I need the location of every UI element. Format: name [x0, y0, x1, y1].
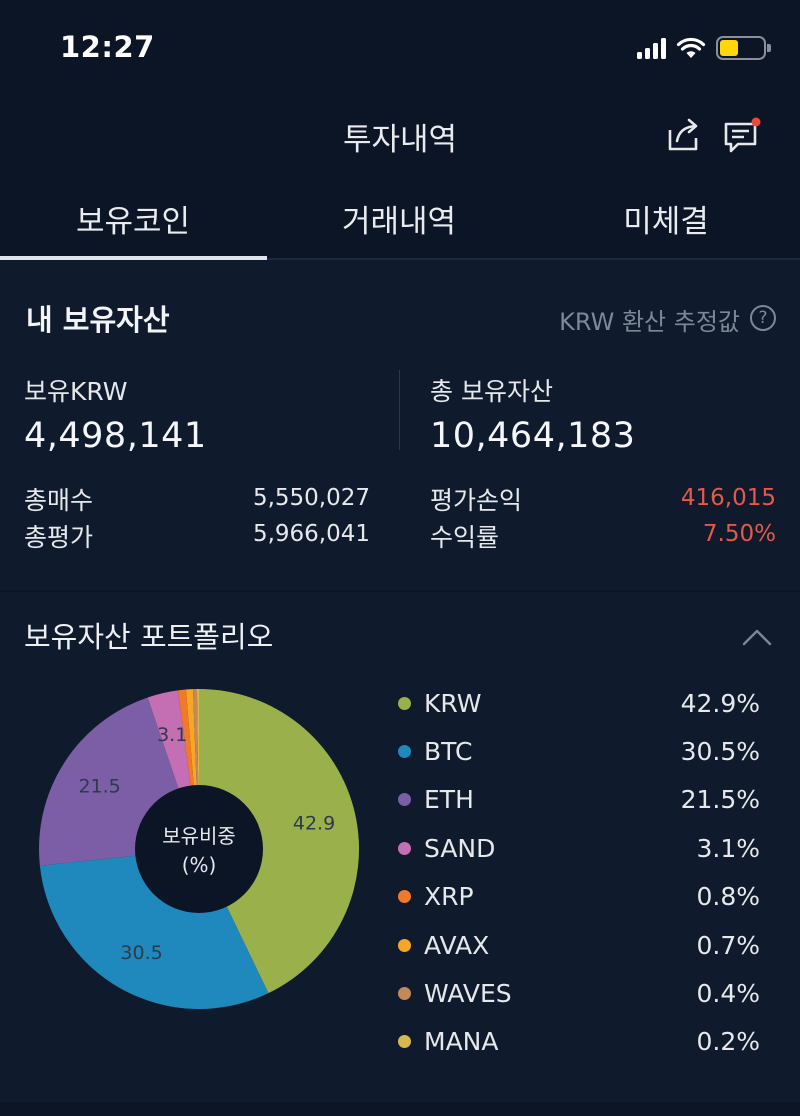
legend-pct: 42.9%: [680, 688, 760, 718]
legend-item-waves: WAVES 0.4%: [398, 973, 760, 1013]
chevron-up-icon[interactable]: [742, 628, 772, 646]
legend-item-sand: SAND 3.1%: [398, 828, 760, 868]
legend-dot: [398, 744, 411, 758]
divider: [399, 370, 400, 450]
krw-label: 보유KRW: [24, 377, 128, 406]
help-icon[interactable]: ?: [750, 305, 776, 331]
pnl-label: 평가손익: [430, 486, 523, 515]
legend-item-mana: MANA 0.2%: [398, 1022, 760, 1062]
legend-item-avax: AVAX 0.7%: [398, 925, 760, 965]
legend-name: MANA: [424, 1027, 499, 1057]
tab-open-orders[interactable]: 미체결: [533, 196, 799, 241]
legend-dot: [398, 890, 411, 904]
battery-icon: [716, 36, 771, 60]
legend-dot: [398, 793, 411, 807]
total-eval-label: 총평가: [24, 523, 94, 552]
donut-center-unit: (%): [182, 853, 217, 877]
wifi-icon: [676, 37, 706, 58]
assets-title: 내 보유자산: [26, 303, 170, 337]
donut-hole: [135, 785, 263, 913]
donut-center-label: 보유비중: [162, 824, 236, 848]
legend-name: WAVES: [424, 978, 512, 1008]
legend-pct: 3.1%: [696, 833, 760, 863]
slice-label-sand: 3.1: [157, 724, 187, 746]
legend-name: SAND: [424, 833, 496, 863]
signal-icon: [637, 37, 666, 59]
status-time: 12:27: [60, 30, 155, 64]
slice-label-btc: 30.5: [120, 942, 162, 964]
legend-pct: 0.7%: [696, 930, 760, 960]
slice-label-krw: 42.9: [293, 813, 335, 835]
legend-dot: [398, 938, 411, 952]
legend-pct: 21.5%: [680, 785, 760, 815]
legend-name: BTC: [424, 736, 473, 766]
portfolio-donut-chart: 42.9 30.5 21.5 3.1 보유비중 (%): [39, 689, 359, 1009]
legend-item-eth: ETH 21.5%: [398, 780, 760, 820]
legend-dot: [398, 696, 411, 710]
legend-pct: 0.4%: [696, 978, 760, 1008]
legend-name: AVAX: [424, 930, 490, 960]
roi-value: 7.50%: [702, 521, 776, 547]
legend-item-xrp: XRP 0.8%: [398, 877, 760, 917]
total-assets-label: 총 보유자산: [430, 377, 553, 406]
portfolio-title: 보유자산 포트폴리오: [24, 620, 274, 654]
legend-item-krw: KRW 42.9%: [398, 683, 760, 723]
tab-holdings[interactable]: 보유코인: [0, 196, 266, 241]
krw-estimate-note: KRW 환산 추정값: [559, 308, 740, 336]
status-icons: [637, 34, 771, 62]
roi-label: 수익률: [430, 523, 500, 552]
krw-value: 4,498,141: [24, 416, 207, 456]
total-buy-label: 총매수: [24, 486, 94, 515]
chat-icon[interactable]: [722, 116, 762, 156]
total-eval-value: 5,966,041: [252, 521, 370, 547]
tab-trade-history[interactable]: 거래내역: [266, 196, 532, 241]
total-assets-value: 10,464,183: [430, 416, 636, 456]
bottom-strip: [0, 1102, 800, 1116]
legend-dot: [398, 841, 411, 855]
share-icon[interactable]: [664, 116, 702, 154]
legend-name: XRP: [424, 882, 474, 912]
legend-name: ETH: [424, 785, 474, 815]
slice-label-eth: 21.5: [78, 775, 120, 797]
legend-pct: 30.5%: [680, 736, 760, 766]
notification-dot: [751, 117, 761, 127]
legend-name: KRW: [424, 688, 482, 718]
legend-pct: 0.8%: [696, 882, 760, 912]
legend-item-btc: BTC 30.5%: [398, 731, 760, 771]
legend-pct: 0.2%: [696, 1027, 760, 1057]
legend-dot: [398, 986, 411, 1000]
legend-dot: [398, 1035, 411, 1049]
total-buy-value: 5,550,027: [252, 485, 370, 511]
pnl-value: 416,015: [680, 485, 776, 511]
